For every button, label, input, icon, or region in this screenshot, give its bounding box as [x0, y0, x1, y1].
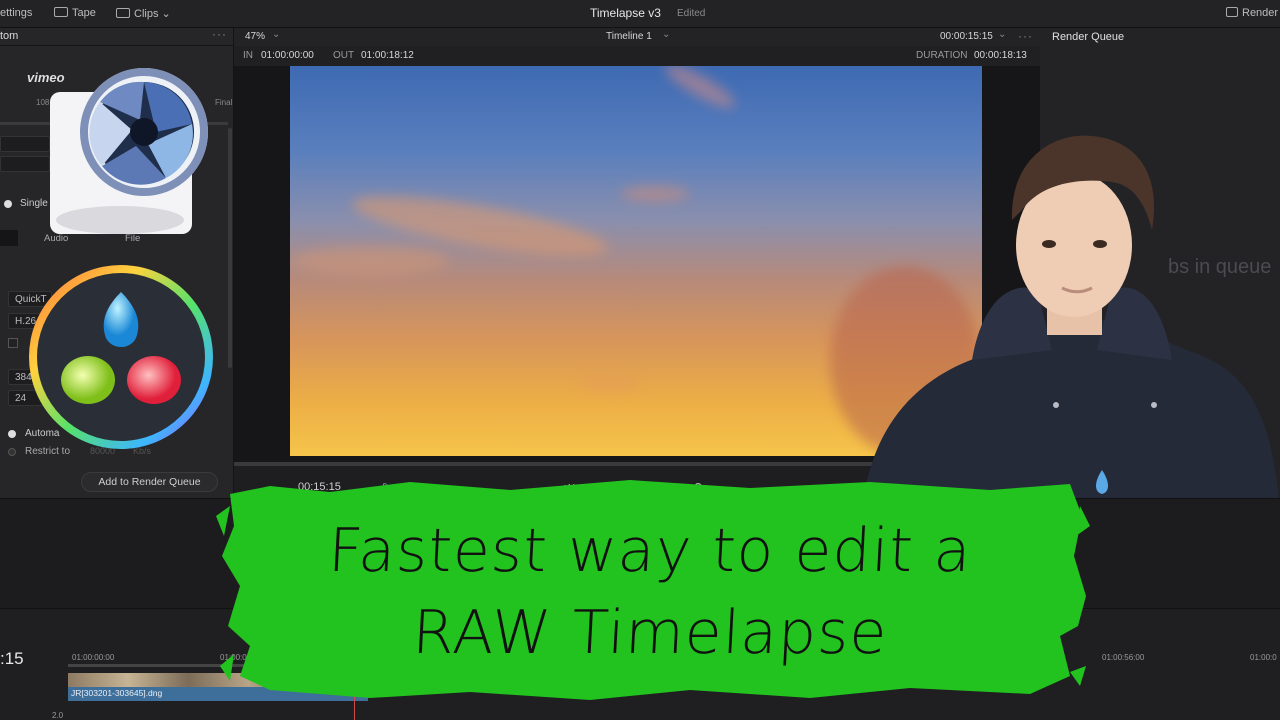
- clip-name: JR[303201-303645].dng: [71, 688, 163, 698]
- out-value: 01:00:18:12: [361, 50, 414, 61]
- davinci-resolve-logo: [29, 265, 213, 449]
- in-out-bar: IN 01:00:00:00 OUT 01:00:18:12 DURATION …: [234, 46, 1040, 66]
- render-queue-title: Render Queue: [1052, 31, 1125, 43]
- location-field[interactable]: [0, 156, 50, 172]
- timeline-select[interactable]: Timeline 1: [606, 31, 652, 42]
- restrict-radio[interactable]: [8, 448, 16, 456]
- video-tab[interactable]: [0, 230, 18, 246]
- presenter-photo: [862, 135, 1280, 510]
- chevron-down-icon: ⌄: [272, 29, 281, 40]
- settings-tab[interactable]: ettings: [0, 7, 32, 19]
- track-value: 2.0: [52, 711, 64, 720]
- panel-header: tom ···: [0, 27, 234, 46]
- chevron-down-icon: ⌄: [998, 29, 1007, 40]
- davinci-legacy-logo: [50, 68, 208, 234]
- zoom-select[interactable]: 47%: [245, 31, 265, 42]
- ruler-label: 01:00:0: [1250, 653, 1277, 662]
- title-banner: Fastest way to edit a RAW Timelapse: [240, 510, 1060, 674]
- clips-label: Clips: [134, 8, 159, 20]
- single-clip-label: Single: [20, 198, 48, 209]
- in-label: IN: [243, 50, 253, 61]
- cloud-shape: [580, 376, 640, 390]
- render-button[interactable]: Render: [1226, 7, 1278, 19]
- ruler-label: 01:00:00:00: [72, 653, 115, 662]
- app-window: ettings Tape Clips ⌄ Timelapse v3 Edited…: [0, 0, 1280, 720]
- ruler-label: 01:00:56:00: [1102, 653, 1145, 662]
- preset-final[interactable]: Final: [215, 98, 232, 107]
- project-title: Timelapse v3: [590, 6, 661, 20]
- more-options-icon[interactable]: ···: [212, 27, 227, 41]
- render-icon: [1226, 7, 1238, 17]
- cloud-shape: [290, 246, 450, 276]
- duration-label: DURATION: [916, 50, 968, 61]
- timeline-timecode: :15: [0, 649, 24, 668]
- in-value: 01:00:00:00: [261, 50, 314, 61]
- title-line-2: RAW Timelapse: [410, 598, 890, 668]
- viewer-timecode: 00:00:15:15: [940, 31, 993, 42]
- viewer-scrubber[interactable]: [234, 462, 874, 466]
- scrollbar[interactable]: [228, 128, 232, 368]
- cloud-shape: [660, 66, 740, 115]
- more-options-icon[interactable]: ···: [1018, 29, 1033, 43]
- checkbox[interactable]: [8, 338, 18, 348]
- title-line-1: Fastest way to edit a: [326, 516, 974, 586]
- tape-label: Tape: [72, 7, 96, 19]
- add-to-render-queue-button[interactable]: Add to Render Queue: [81, 472, 218, 492]
- single-clip-radio[interactable]: [4, 200, 12, 208]
- clips-tab[interactable]: Clips ⌄: [116, 7, 171, 20]
- duration-value: 00:00:18:13: [974, 50, 1027, 61]
- top-toolbar: ettings Tape Clips ⌄ Timelapse v3 Edited…: [0, 0, 1280, 28]
- viewer-header: 47% ⌄ Timeline 1 ⌄ 00:00:15:15 ⌄ ···: [234, 28, 1040, 46]
- clips-icon: [116, 8, 130, 18]
- out-label: OUT: [333, 50, 355, 61]
- cloud-shape: [620, 186, 690, 202]
- tape-icon: [54, 7, 68, 17]
- quality-auto-radio[interactable]: [8, 430, 16, 438]
- tape-tab[interactable]: Tape: [54, 7, 96, 19]
- filename-field[interactable]: [0, 136, 50, 152]
- panel-title: tom: [0, 30, 19, 42]
- chevron-down-icon: ⌄: [662, 29, 671, 40]
- project-status: Edited: [677, 8, 706, 19]
- framerate-value: 24: [15, 393, 27, 404]
- chevron-down-icon: ⌄: [158, 8, 171, 20]
- render-label: Render: [1242, 7, 1279, 19]
